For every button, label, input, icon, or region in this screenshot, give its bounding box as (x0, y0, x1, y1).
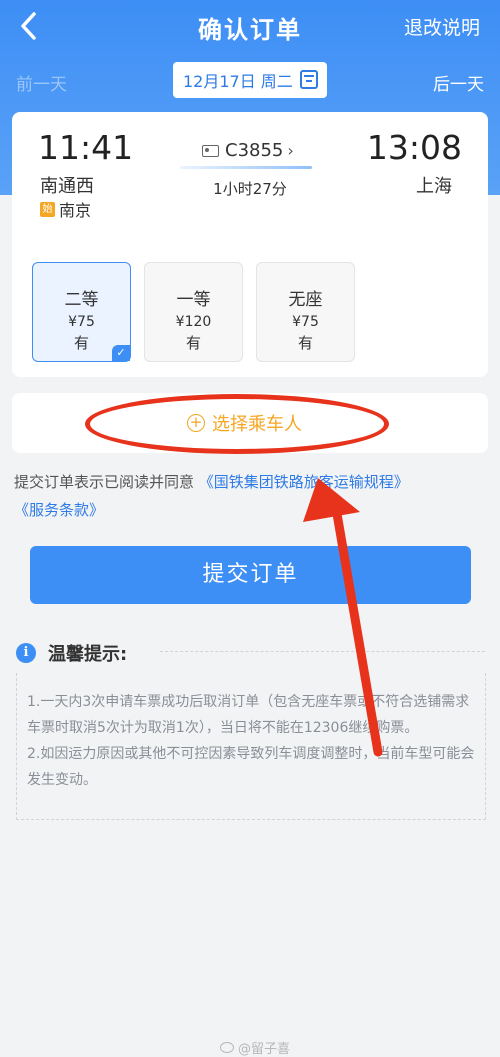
seat-option-second-class[interactable]: 二等 ¥75 有 ✓ (32, 262, 131, 362)
train-number-link[interactable]: C3855 › (202, 140, 294, 161)
arrival-time: 13:08 (366, 128, 462, 167)
check-icon: ✓ (112, 345, 130, 361)
submit-order-button[interactable]: 提交订单 (30, 546, 471, 604)
weibo-icon (220, 1042, 234, 1053)
rules-link[interactable]: 《国铁集团铁路旅客运输规程》 (199, 473, 409, 491)
seat-name: 二等 (64, 290, 99, 310)
origin-badge: 始 (40, 201, 55, 217)
agreement-prefix: 提交订单表示已阅读并同意 (14, 473, 199, 491)
tip-item: 1.一天内3次申请车票成功后取消订单（包含无座车票或不符合选铺需求车票时取消5次… (27, 694, 470, 736)
seat-price: ¥75 (68, 314, 95, 330)
seat-option-no-seat[interactable]: 无座 ¥75 有 (256, 262, 355, 362)
agreement-text: 提交订单表示已阅读并同意 《国铁集团铁路旅客运输规程》《服务条款》 (14, 468, 490, 524)
date-label: 12月17日 周二 (183, 72, 293, 91)
seat-name: 无座 (288, 290, 323, 310)
terms-link[interactable]: 《服务条款》 (14, 501, 104, 519)
tips-header: i 温馨提示: (16, 640, 127, 666)
date-bar: 前一天 12月17日 周二 后一天 (0, 62, 500, 100)
tip-item: 2.如因运力原因或其他不可控因素导致列车调度调整时，当前车型可能会发生变动。 (27, 746, 475, 788)
chevron-right-icon: › (287, 141, 294, 160)
info-icon: i (16, 643, 36, 663)
seat-name: 一等 (176, 290, 211, 310)
departure-time: 11:41 (38, 128, 134, 167)
seat-availability: 有 (297, 334, 313, 352)
next-day-button[interactable]: 后一天 (433, 70, 484, 95)
tips-title: 温馨提示: (48, 644, 128, 665)
seat-price: ¥120 (175, 314, 212, 330)
origin-station: 南京 (59, 201, 92, 220)
prev-day-button[interactable]: 前一天 (16, 70, 67, 95)
header: 确认订单 退改说明 (0, 0, 500, 52)
seat-availability: 有 (185, 334, 201, 352)
seat-option-first-class[interactable]: 一等 ¥120 有 (144, 262, 243, 362)
train-card: 11:41 南通西 始 南京 C3855 › 1小时27分 13:08 上海 二… (12, 112, 488, 377)
calendar-icon (300, 70, 318, 89)
route-line (180, 166, 312, 169)
id-card-icon (202, 144, 219, 157)
seat-price: ¥75 (292, 314, 319, 330)
divider (160, 651, 485, 652)
arrival-station: 上海 (416, 176, 452, 197)
train-number: C3855 (225, 140, 284, 161)
tips-box: 1.一天内3次申请车票成功后取消订单（包含无座车票或不符合选铺需求车票时取消5次… (16, 673, 486, 820)
annotation-ellipse (85, 394, 389, 454)
watermark: @留子喜 (220, 1038, 290, 1057)
origin-row: 始 南京 (40, 197, 91, 221)
refund-policy-link[interactable]: 退改说明 (404, 13, 480, 40)
date-selector[interactable]: 12月17日 周二 (173, 62, 327, 98)
watermark-text: @留子喜 (238, 1042, 291, 1057)
